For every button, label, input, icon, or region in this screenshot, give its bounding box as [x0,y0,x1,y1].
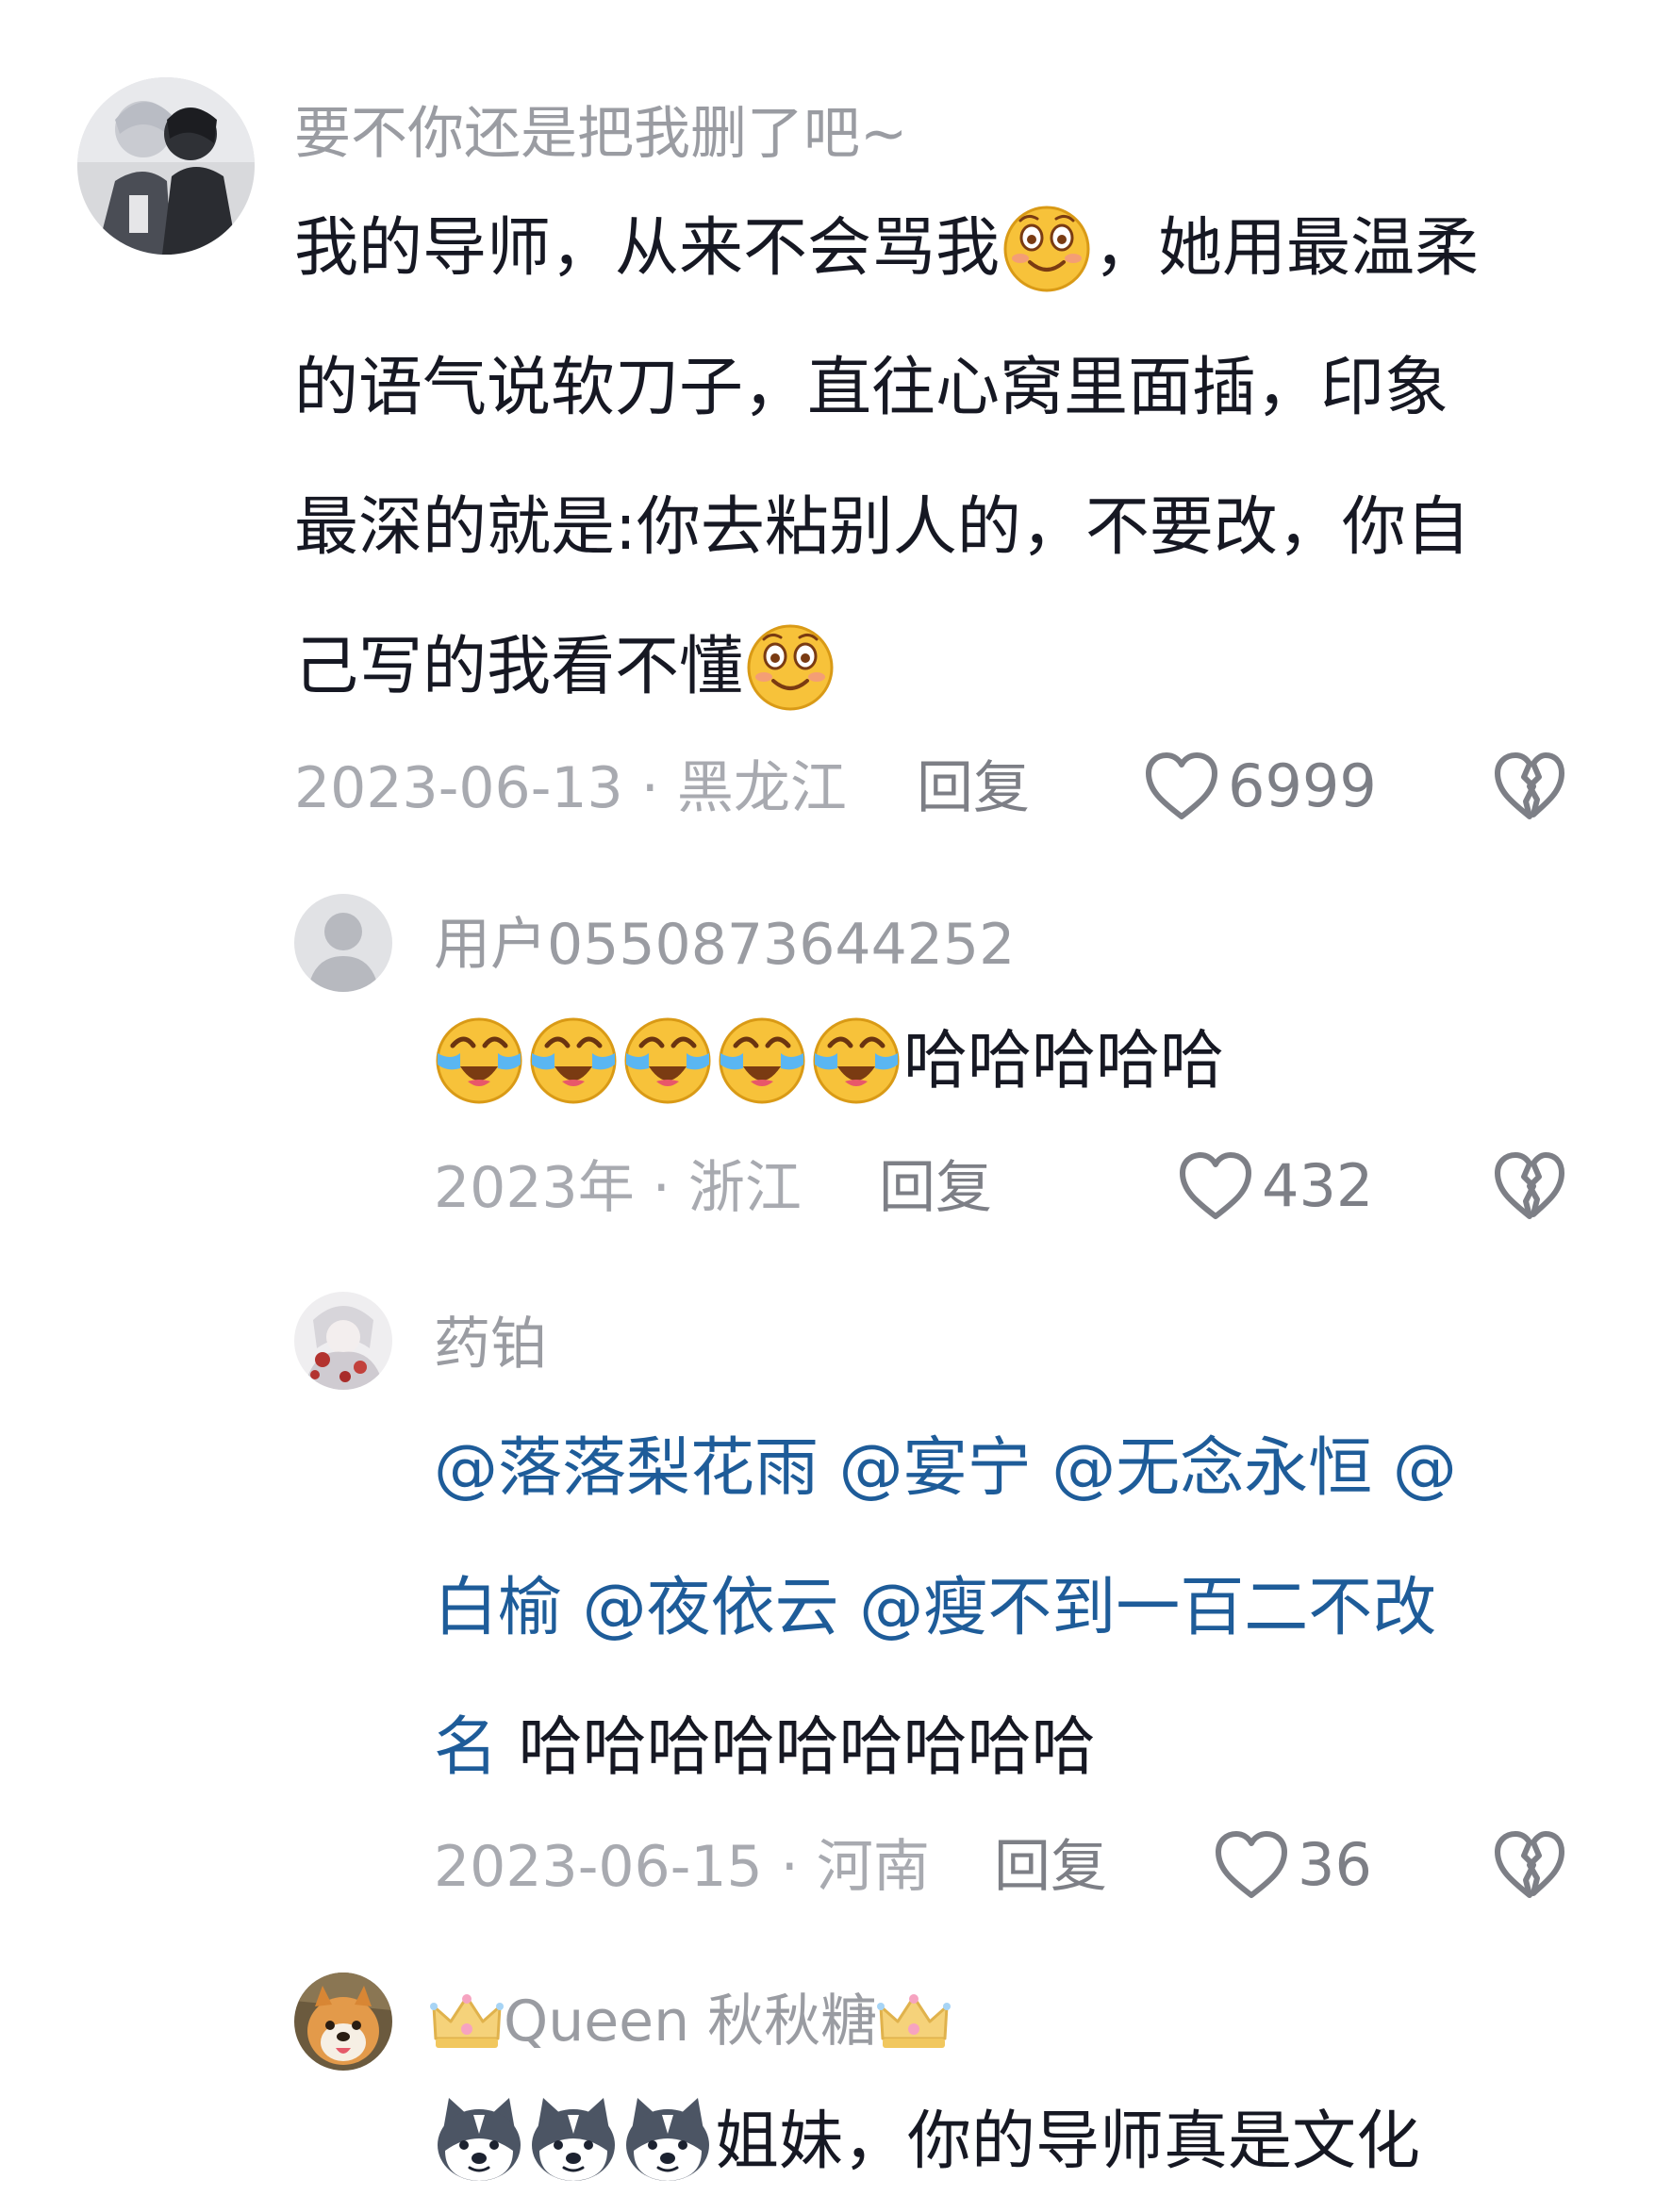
smile-emoji [747,624,834,711]
like-count: 6999 [1228,751,1377,820]
comment-line: 哈哈哈哈哈 [432,992,1224,1131]
comment-text-part: 己写的我看不懂 [294,630,744,704]
reply-button[interactable]: 回复 [994,1839,1107,1895]
crying-laughing-emoji [624,1017,711,1104]
comment-line: 的语气说软刀子，直往心窝里面插，印象 [294,351,1449,425]
avatar[interactable] [294,1973,392,2071]
crying-laughing-emoji [436,1017,522,1104]
comment-text-part: 哈哈哈哈哈 [903,1024,1225,1098]
comment-username[interactable]: Queen 秋秋糖 [430,1989,952,2055]
avatar[interactable] [294,894,392,992]
reply-button[interactable]: 回复 [917,760,1030,817]
emoji-row [432,1017,903,1104]
comment-text-part: ，她用最温柔 [1094,211,1480,286]
comment-meta: 2023-06-13 · 黑龙江 [294,755,847,821]
comment-username[interactable]: 要不你还是把我删了吧~ [294,106,907,162]
heart-outline-icon [1180,1152,1251,1219]
reply-button[interactable]: 回复 [879,1160,992,1216]
comment-meta: 2023年 · 浙江 [434,1155,802,1221]
like-count: 36 [1298,1830,1372,1899]
crying-laughing-emoji [530,1017,617,1104]
mention-line[interactable]: @落落梨花雨 @宴宁 @无念永恒 @ [434,1399,1457,1539]
like-button[interactable]: 6999 [1143,751,1377,822]
username-text: Queen 秋秋糖 [504,1989,878,2055]
husky-dog-emoji [626,2098,709,2182]
broken-heart-icon[interactable] [1492,751,1567,822]
comment-text-part: 姐妹，你的导师真是文化 [715,2105,1421,2179]
mention-text[interactable]: 名 [434,1710,498,1785]
broken-heart-icon[interactable] [1492,1150,1567,1222]
comment-text-part: 我的导师，从来不会骂我 [294,211,1001,286]
comment-meta: 2023-06-15 · 河南 [434,1834,930,1900]
heart-outline-icon [1216,1831,1287,1898]
like-count: 432 [1262,1151,1374,1220]
heart-outline-icon [1146,752,1217,819]
comment-line: 最深的就是:你去粘别人的，不要改，你自 [294,490,1470,565]
like-button[interactable]: 36 [1213,1829,1372,1901]
avatar[interactable] [77,77,255,255]
comment-line: 名 哈哈哈哈哈哈哈哈哈 [434,1678,1457,1818]
crying-laughing-emoji [813,1017,900,1104]
comment-line: 姐妹，你的导师真是文化 [432,2072,1420,2212]
crown-icon [877,1994,952,2048]
husky-dog-emoji [438,2098,521,2182]
crying-laughing-emoji [719,1017,805,1104]
comment-text: 哈哈哈哈哈 [432,992,1224,1131]
crown-icon [430,1994,504,2048]
comment-line: 我的导师，从来不会骂我 ，她用最温柔 [294,179,1479,319]
comment-username[interactable]: 药铂 [434,1316,547,1373]
comment-1: 要不你还是把我删了吧~ 我的导师，从来不会骂我 ，她用最温柔 的语气说软刀子，直… [0,0,1655,849]
mention-line[interactable]: 白榆 @夜依云 @瘦不到一百二不改 [434,1539,1457,1678]
comment-text-part: 哈哈哈哈哈哈哈哈哈 [498,1710,1096,1785]
comment-text: @落落梨花雨 @宴宁 @无念永恒 @ 白榆 @夜依云 @瘦不到一百二不改 名 哈… [434,1399,1457,1818]
comment-text: 我的导师，从来不会骂我 ，她用最温柔 的语气说软刀子，直往心窝里面插，印象 最深… [294,179,1479,737]
like-button[interactable]: 432 [1177,1150,1373,1222]
broken-heart-icon[interactable] [1492,1829,1567,1901]
husky-dog-emoji [532,2098,615,2182]
avatar[interactable] [294,1292,392,1390]
emoji-row [432,2098,715,2182]
comment-text: 姐妹，你的导师真是文化 [432,2072,1420,2212]
smile-emoji [1003,206,1090,292]
comment-line: 己写的我看不懂 [294,598,1479,737]
comment-username[interactable]: 用户0550873644252 [434,916,1015,973]
